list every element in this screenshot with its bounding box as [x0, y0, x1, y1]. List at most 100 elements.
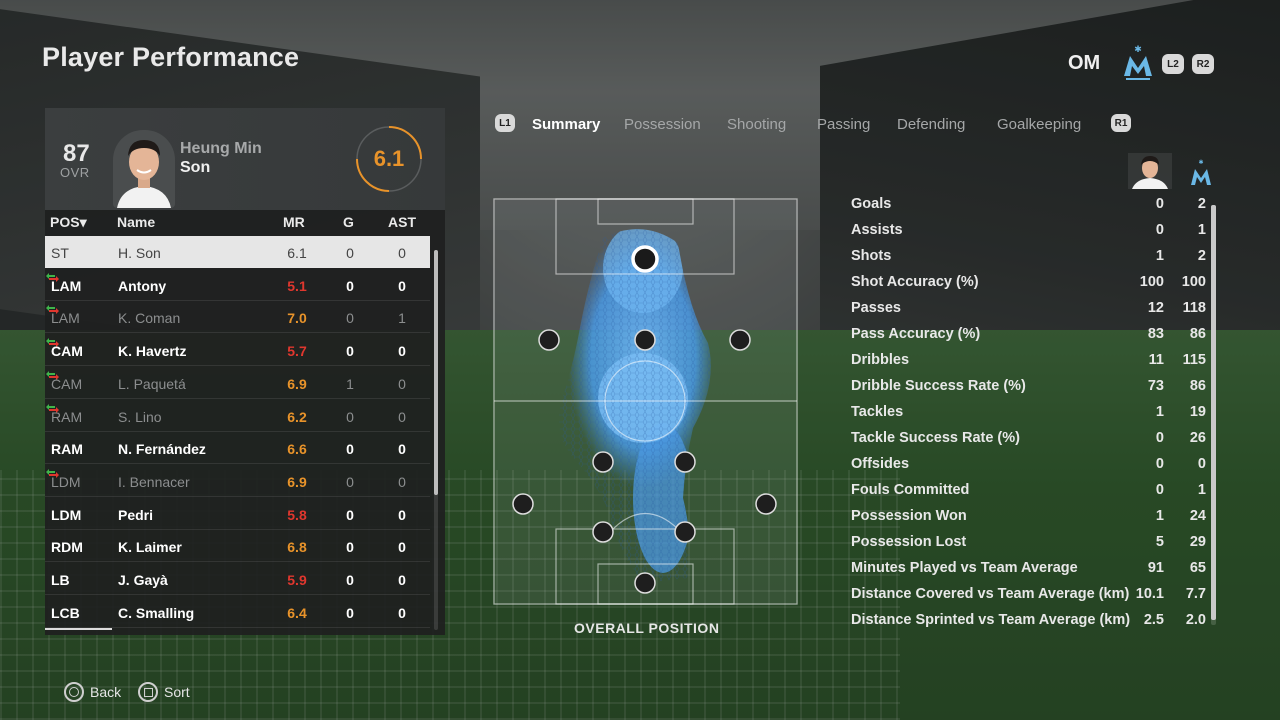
player-last-name: Son: [180, 159, 211, 176]
row-assists: 0: [398, 473, 406, 490]
row-name: Pedri: [118, 506, 154, 523]
stat-row: Fouls Committed 0 1: [851, 479, 1206, 505]
row-name: K. Coman: [118, 310, 181, 327]
table-row[interactable]: RAM N. Fernández 6.6 0 0: [45, 432, 430, 465]
table-row[interactable]: RDM K. Laimer 6.8 0 0: [45, 530, 430, 563]
stat-row: Distance Covered vs Team Average (km) 10.…: [851, 583, 1206, 609]
row-pos: LDM: [51, 473, 81, 490]
stat-row: Minutes Played vs Team Average 91 65: [851, 557, 1206, 583]
stat-label: Pass Accuracy (%): [851, 326, 981, 342]
row-goals: 0: [346, 441, 354, 458]
stat-team-value: 118: [1182, 300, 1206, 316]
table-row[interactable]: LAM K. Coman 7.0 0 1: [45, 301, 430, 334]
table-row[interactable]: LDM I. Bennacer 6.9 0 0: [45, 465, 430, 497]
stat-team-value: 7.7: [1185, 586, 1206, 602]
row-assists: 0: [398, 572, 406, 588]
stat-label: Tackle Success Rate (%): [851, 430, 1020, 446]
row-name: K. Laimer: [118, 539, 182, 556]
stat-player-value: 12: [1147, 300, 1164, 316]
stat-team-value: 2: [1197, 196, 1206, 212]
selected-player-marker: [631, 245, 659, 273]
back-hint[interactable]: Back: [64, 682, 121, 702]
circle-button-icon: [64, 682, 84, 702]
row-assists: 0: [398, 604, 406, 621]
stat-player-value: 2.5: [1143, 612, 1164, 628]
l1-button[interactable]: L1: [495, 114, 515, 132]
player-marker: [512, 493, 534, 515]
stat-player-value: 83: [1147, 326, 1164, 342]
row-name: I. Bennacer: [118, 473, 190, 490]
row-pos: LCB: [51, 604, 80, 621]
table-row[interactable]: LAM Antony 5.1 0 0: [45, 269, 430, 301]
player-ovr: 87: [63, 140, 90, 167]
stat-row: Dribbles 11 115: [851, 349, 1206, 375]
stat-row: Possession Lost 5 29: [851, 531, 1206, 557]
row-name: H. Son: [118, 245, 161, 261]
stat-row: Distance Sprinted vs Team Average (km) 2.…: [851, 609, 1206, 635]
match-rating-value: 6.1: [373, 146, 405, 171]
row-mr: 6.9: [287, 375, 307, 392]
stat-team-value: 2.0: [1185, 612, 1206, 628]
row-mr: 6.6: [287, 441, 307, 458]
table-header: POS▾ Name MR G AST: [45, 210, 445, 236]
stat-row: Dribble Success Rate (%) 73 86: [851, 375, 1206, 401]
stat-row: Offsides 0 0: [851, 453, 1206, 479]
stats-scroll-thumb[interactable]: [1211, 205, 1216, 620]
stat-team-value: 19: [1189, 404, 1206, 420]
table-row[interactable]: LB J. Gayà 5.9 0 0: [45, 563, 430, 595]
table-row[interactable]: CAM L. Paquetá 6.9 1 0: [45, 367, 430, 399]
r2-button[interactable]: R2: [1192, 54, 1214, 74]
square-button-icon: [138, 682, 158, 702]
row-pos: RAM: [51, 408, 83, 425]
tab-goalkeeping[interactable]: Goalkeeping: [997, 116, 1081, 133]
sort-hint[interactable]: Sort: [138, 682, 190, 702]
row-goals: 0: [346, 506, 354, 523]
table-scrollbar[interactable]: [434, 250, 438, 630]
col-mr-header[interactable]: MR: [283, 214, 305, 230]
table-row[interactable]: CAM K. Havertz 5.7 0 0: [45, 334, 430, 367]
player-marker: [755, 493, 777, 515]
stat-row: Shot Accuracy (%) 100 100: [851, 271, 1206, 297]
ovr-label: OVR: [60, 165, 90, 180]
row-assists: 0: [398, 375, 406, 392]
stat-row: Goals 0 2: [851, 193, 1206, 219]
team-crest-icon: ✱: [1124, 44, 1152, 80]
player-face-icon: [1128, 153, 1172, 189]
stat-label: Distance Covered vs Team Average (km): [851, 586, 1130, 602]
stat-team-value: 24: [1189, 508, 1206, 524]
stat-label: Possession Lost: [851, 534, 967, 550]
row-assists: 0: [398, 277, 406, 294]
col-name-header[interactable]: Name: [117, 214, 155, 230]
l2-button[interactable]: L2: [1162, 54, 1184, 74]
sort-label: Sort: [164, 684, 190, 700]
player-marker: [634, 329, 656, 351]
r1-button[interactable]: R1: [1111, 114, 1131, 132]
stat-player-value: 0: [1155, 430, 1164, 446]
stat-label: Passes: [851, 300, 901, 316]
col-g-header[interactable]: G: [343, 214, 354, 230]
tab-defending[interactable]: Defending: [897, 116, 965, 133]
table-row[interactable]: ST H. Son 6.1 0 0: [45, 236, 430, 268]
row-goals: 1: [346, 375, 354, 392]
tab-shooting[interactable]: Shooting: [727, 116, 786, 133]
col-pos-header[interactable]: POS▾: [50, 214, 87, 231]
stat-team-value: 1: [1197, 222, 1206, 238]
table-row[interactable]: LDM Pedri 5.8 0 0: [45, 498, 430, 530]
player-marker: [592, 521, 614, 543]
tab-summary[interactable]: Summary: [532, 116, 600, 133]
table-row[interactable]: RAM S. Lino 6.2 0 0: [45, 400, 430, 432]
stat-player-value: 5: [1155, 534, 1164, 550]
stat-label: Distance Sprinted vs Team Average (km): [851, 612, 1131, 628]
col-ast-header[interactable]: AST: [388, 214, 416, 230]
stat-player-value: 0: [1155, 196, 1164, 212]
player-marker: [592, 451, 614, 473]
table-scroll-thumb[interactable]: [434, 250, 438, 495]
stat-label: Minutes Played vs Team Average: [851, 560, 1078, 576]
tab-possession[interactable]: Possession: [624, 116, 701, 133]
row-pos: CAM: [51, 343, 83, 360]
table-row[interactable]: LCB C. Smalling 6.4 0 0: [45, 596, 430, 628]
stat-team-value: 1: [1197, 482, 1206, 498]
stats-scrollbar[interactable]: [1211, 205, 1216, 625]
tab-passing[interactable]: Passing: [817, 116, 870, 133]
stat-label: Dribble Success Rate (%): [851, 378, 1026, 394]
